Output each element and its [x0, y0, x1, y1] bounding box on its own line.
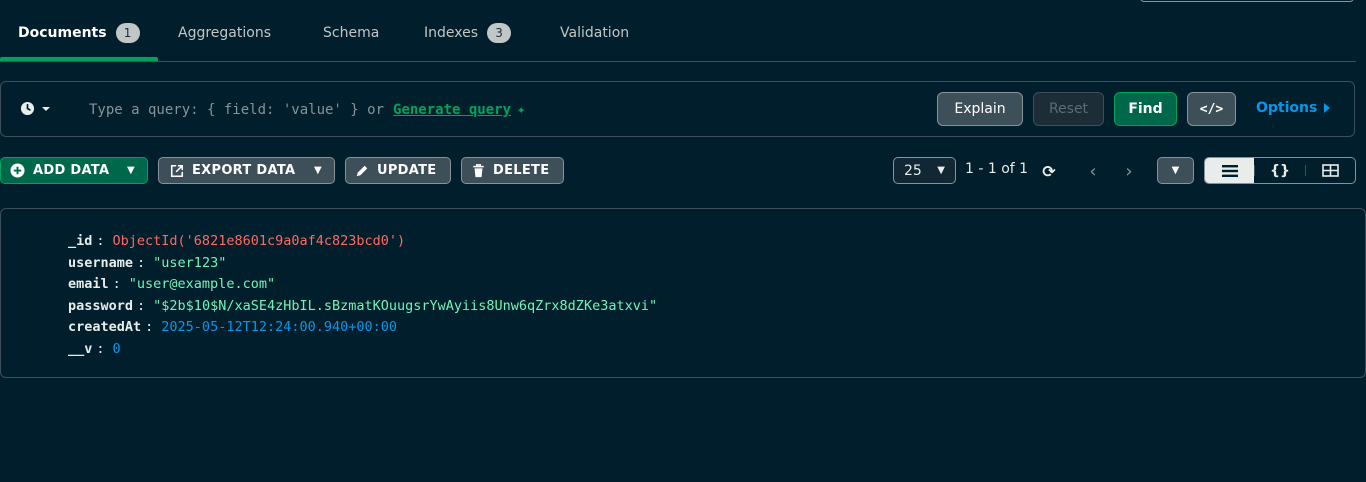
export-icon [170, 164, 184, 177]
tab-label: Schema [323, 25, 380, 41]
options-toggle[interactable]: Options [1256, 100, 1331, 116]
tab-label: Validation [560, 25, 630, 41]
chevron-down-icon: ▼ [1171, 165, 1180, 176]
document-field: createdAt:2025-05-12T12:24:00.940+00:00 [68, 317, 657, 339]
tab-aggregations[interactable]: Aggregations [178, 21, 271, 45]
field-separator: : [137, 254, 146, 271]
trash-icon [473, 163, 484, 177]
query-input[interactable]: Type a query: { field: 'value' } or Gene… [89, 99, 525, 121]
export-data-label: EXPORT DATA [192, 163, 296, 178]
query-placeholder: Type a query: { field: 'value' } or [89, 102, 385, 118]
field-key: __v [68, 340, 93, 357]
tab-validation[interactable]: Validation [560, 21, 629, 45]
view-options-dropdown[interactable]: ▼ [1157, 157, 1194, 184]
chevron-down-icon [42, 106, 50, 111]
field-separator: : [137, 297, 146, 314]
table-view-button[interactable] [1306, 158, 1355, 183]
reset-button[interactable]: Reset [1033, 92, 1104, 126]
field-value: "$2b$10$N/xaSE4zHbIL.sBzmatKOuugsrYwAyii… [153, 297, 658, 314]
pencil-icon [356, 165, 368, 176]
add-data-button[interactable]: ADD DATA ▼ [0, 157, 148, 184]
export-data-button[interactable]: EXPORT DATA ▼ [158, 157, 335, 184]
chevron-down-icon: ▼ [127, 165, 135, 176]
tab-schema[interactable]: Schema [323, 21, 379, 45]
tab-count-badge: 3 [487, 23, 512, 43]
document-field: __v:0 [68, 339, 657, 361]
delete-label: DELETE [493, 163, 550, 178]
view-switcher: {} [1204, 157, 1356, 184]
tab-count-badge: 1 [115, 23, 140, 43]
chevron-right-icon[interactable]: › [1119, 158, 1139, 184]
field-value: ObjectId('6821e8601c9a0af4c823bcd0') [112, 233, 406, 249]
document-fields: _id: ObjectId('6821e8601c9a0af4c823bcd0')… [68, 231, 657, 360]
tab-label: Aggregations [178, 25, 271, 41]
page-size-value: 25 [904, 162, 922, 179]
plus-circle-icon [10, 163, 25, 178]
table-view-icon [1322, 164, 1339, 177]
json-view-button[interactable]: {} [1255, 158, 1304, 183]
find-button[interactable]: Find [1114, 92, 1177, 126]
chevron-down-icon: ▼ [314, 165, 322, 176]
caret-right-icon [1324, 103, 1331, 113]
delete-button[interactable]: DELETE [461, 157, 564, 184]
document-field: email: "user@example.com" [68, 274, 657, 296]
field-key: _id [68, 233, 93, 249]
page-size-select[interactable]: 25 ▼ [893, 157, 956, 184]
update-label: UPDATE [377, 163, 437, 178]
list-view-button[interactable] [1205, 158, 1255, 183]
query-bar: Type a query: { field: 'value' } or Gene… [0, 81, 1355, 137]
field-value: 2025-05-12T12:24:00.940+00:00 [161, 319, 397, 335]
json-view-icon: {} [1270, 162, 1290, 179]
pagination-range: 1 - 1 of 1 [965, 161, 1029, 177]
document-field: username: "user123" [68, 253, 657, 275]
active-tab-indicator [0, 57, 158, 61]
update-button[interactable]: UPDATE [345, 157, 451, 184]
field-key: username [68, 254, 134, 271]
collection-tabs: Documents 1 Aggregations Schema Indexes … [0, 0, 1356, 62]
field-key: email [68, 276, 109, 292]
chevron-down-icon: ▼ [937, 165, 945, 176]
code-view-button[interactable]: </> [1187, 92, 1236, 126]
field-value: "user123" [153, 254, 227, 271]
field-value: 0 [112, 340, 121, 357]
add-data-label: ADD DATA [33, 163, 110, 178]
sparkle-icon: ✦ [517, 102, 526, 118]
field-value: "user@example.com" [128, 276, 276, 292]
chevron-left-icon[interactable]: ‹ [1083, 158, 1103, 184]
field-separator: : [145, 319, 154, 335]
field-separator: : [96, 233, 105, 249]
document-card[interactable]: _id: ObjectId('6821e8601c9a0af4c823bcd0')… [0, 208, 1366, 378]
tab-indexes[interactable]: Indexes 3 [424, 21, 512, 45]
field-key: createdAt [68, 319, 142, 335]
refresh-icon[interactable]: ⟳ [1038, 158, 1060, 184]
field-separator: : [112, 276, 121, 292]
explain-button[interactable]: Explain [937, 92, 1023, 126]
tab-documents[interactable]: Documents 1 [18, 21, 140, 45]
field-separator: : [96, 340, 105, 357]
field-key: password [68, 297, 134, 314]
generate-query-link[interactable]: Generate query [393, 102, 511, 118]
list-view-icon [1221, 164, 1238, 177]
clock-icon [20, 101, 35, 116]
document-field: _id: ObjectId('6821e8601c9a0af4c823bcd0') [68, 231, 657, 253]
tab-label: Documents [18, 25, 107, 41]
document-field: password: "$2b$10$N/xaSE4zHbIL.sBzmatKOuu… [68, 296, 657, 318]
query-history-button[interactable] [20, 101, 51, 116]
tab-label: Indexes [424, 25, 479, 41]
options-label: Options [1256, 100, 1318, 116]
